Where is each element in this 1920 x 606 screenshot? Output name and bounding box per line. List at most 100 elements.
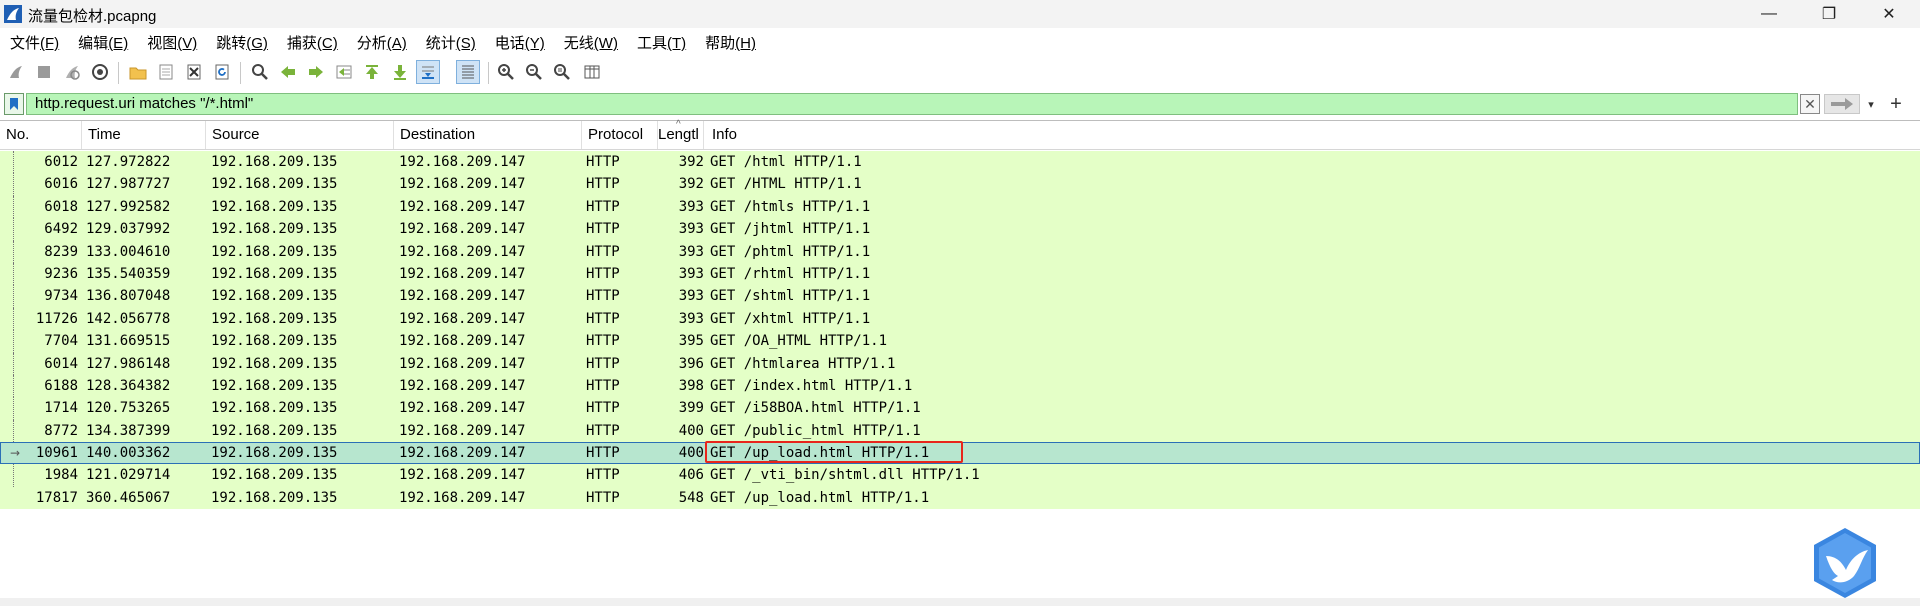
menu-view[interactable]: 视图(V) <box>147 30 197 54</box>
cell-length: 406 <box>678 467 704 484</box>
cell-source: 192.168.209.135 <box>211 400 338 417</box>
stop-capture-icon[interactable] <box>32 60 56 84</box>
cell-destination: 192.168.209.147 <box>399 265 526 282</box>
column-header-destination[interactable]: Destination <box>394 121 582 149</box>
start-capture-icon[interactable] <box>4 60 28 84</box>
go-forward-icon[interactable] <box>304 60 328 84</box>
restart-capture-icon[interactable] <box>60 60 84 84</box>
table-row[interactable]: 11726 142.056778 192.168.209.135 192.168… <box>0 307 1920 331</box>
cell-time: 120.753265 <box>86 400 171 417</box>
cell-no: 1714 <box>44 400 78 417</box>
menu-tools[interactable]: 工具(T) <box>637 30 686 54</box>
cell-no: 8239 <box>44 243 78 260</box>
cell-length: 400 <box>678 445 704 462</box>
cell-length: 393 <box>678 288 704 305</box>
menu-wireless[interactable]: 无线(W) <box>564 30 618 54</box>
save-file-icon[interactable] <box>154 60 178 84</box>
column-header-protocol[interactable]: Protocol <box>582 121 658 149</box>
cell-info: GET /html HTTP/1.1 <box>710 154 862 170</box>
apply-filter-arrow-icon[interactable] <box>1824 94 1860 114</box>
menu-help[interactable]: 帮助(H) <box>705 30 756 54</box>
cell-time: 360.465067 <box>86 489 171 506</box>
cell-info: GET /shtml HTTP/1.1 <box>710 288 871 305</box>
table-row-selected[interactable]: → 10961 140.003362 192.168.209.135 192.1… <box>0 441 1920 465</box>
table-row[interactable]: 6492 129.037992 192.168.209.135 192.168.… <box>0 218 1920 241</box>
reload-icon[interactable] <box>210 60 234 84</box>
cell-time: 131.669515 <box>86 333 171 350</box>
cell-destination: 192.168.209.147 <box>399 243 526 260</box>
autoscroll-icon[interactable] <box>416 60 440 84</box>
column-header-info[interactable]: Info <box>706 121 1920 149</box>
zoom-out-icon[interactable] <box>522 60 546 84</box>
table-row[interactable]: 8239 133.004610 192.168.209.135 192.168.… <box>0 240 1920 263</box>
filter-history-chevron-icon[interactable]: ▾ <box>1862 94 1880 114</box>
cell-destination: 192.168.209.147 <box>399 400 526 417</box>
cell-source: 192.168.209.135 <box>211 445 338 462</box>
table-row[interactable]: 6014 127.986148 192.168.209.135 192.168.… <box>0 352 1920 375</box>
open-file-icon[interactable] <box>126 60 150 84</box>
column-header-no[interactable]: No. <box>0 121 82 149</box>
table-row[interactable]: 6018 127.992582 192.168.209.135 192.168.… <box>0 195 1920 219</box>
cell-source: 192.168.209.135 <box>211 355 338 372</box>
cell-protocol: HTTP <box>586 154 620 170</box>
find-packet-icon[interactable] <box>248 60 272 84</box>
table-row[interactable]: 6188 128.364382 192.168.209.135 192.168.… <box>0 374 1920 398</box>
title-bar: 流量包检材.pcapng — ❐ ✕ <box>0 0 1920 28</box>
table-row[interactable]: 8772 134.387399 192.168.209.135 192.168.… <box>0 419 1920 443</box>
cell-source: 192.168.209.135 <box>211 333 338 350</box>
cell-destination: 192.168.209.147 <box>399 198 526 215</box>
cell-protocol: HTTP <box>586 422 620 439</box>
normal-size-icon[interactable] <box>550 60 574 84</box>
menu-capture[interactable]: 捕获(C) <box>287 30 338 54</box>
colorize-icon[interactable] <box>456 60 480 84</box>
cell-source: 192.168.209.135 <box>211 198 338 215</box>
table-row[interactable]: 6016 127.987727 192.168.209.135 192.168.… <box>0 173 1920 196</box>
close-window-button[interactable]: ✕ <box>1860 0 1918 28</box>
menu-edit[interactable]: 编辑(E) <box>78 30 128 54</box>
go-first-icon[interactable] <box>360 60 384 84</box>
minimize-button[interactable]: — <box>1740 0 1798 28</box>
clear-filter-icon[interactable]: ✕ <box>1800 94 1820 114</box>
capture-options-icon[interactable] <box>88 60 112 84</box>
column-header-time[interactable]: Time <box>82 121 206 149</box>
display-filter-input[interactable]: http.request.uri matches "/*.html" <box>26 93 1798 115</box>
window-title: 流量包检材.pcapng <box>28 8 157 25</box>
go-back-icon[interactable] <box>276 60 300 84</box>
close-file-icon[interactable] <box>182 60 206 84</box>
maximize-button[interactable]: ❐ <box>1800 0 1858 28</box>
cell-time: 135.540359 <box>86 265 171 282</box>
table-row[interactable]: 9734 136.807048 192.168.209.135 192.168.… <box>0 285 1920 308</box>
table-row[interactable]: 6012 127.972822 192.168.209.135 192.168.… <box>0 151 1920 174</box>
cell-info: GET /rhtml HTTP/1.1 <box>710 265 871 282</box>
horizontal-scrollbar[interactable] <box>0 598 1920 606</box>
table-row[interactable]: 1984 121.029714 192.168.209.135 192.168.… <box>0 464 1920 487</box>
menu-telephony[interactable]: 电话(Y) <box>495 30 545 54</box>
menu-file[interactable]: 文件(F) <box>10 30 59 54</box>
cell-source: 192.168.209.135 <box>211 243 338 260</box>
cell-destination: 192.168.209.147 <box>399 154 526 170</box>
resize-columns-icon[interactable] <box>580 60 604 84</box>
cell-source: 192.168.209.135 <box>211 377 338 394</box>
table-row[interactable]: 17817 360.465067 192.168.209.135 192.168… <box>0 486 1920 510</box>
zoom-in-icon[interactable] <box>494 60 518 84</box>
cell-info: GET /public_html HTTP/1.1 <box>710 422 921 439</box>
cell-info: GET /xhtml HTTP/1.1 <box>710 310 871 327</box>
cell-time: 127.987727 <box>86 176 171 193</box>
cell-info: GET /up_load.html HTTP/1.1 <box>710 489 930 506</box>
go-last-icon[interactable] <box>388 60 412 84</box>
cell-destination: 192.168.209.147 <box>399 422 526 439</box>
cell-length: 393 <box>678 310 704 327</box>
add-filter-button-icon[interactable]: + <box>1884 93 1908 115</box>
menu-statistics[interactable]: 统计(S) <box>426 30 476 54</box>
menu-go[interactable]: 跳转(G) <box>216 30 268 54</box>
cell-info: GET /phtml HTTP/1.1 <box>710 243 871 260</box>
cell-no: 17817 <box>35 489 78 506</box>
bookmark-icon[interactable] <box>4 93 24 115</box>
menu-analyze[interactable]: 分析(A) <box>357 30 407 54</box>
go-to-packet-icon[interactable] <box>332 60 356 84</box>
table-row[interactable]: 9236 135.540359 192.168.209.135 192.168.… <box>0 262 1920 286</box>
column-header-source[interactable]: Source <box>206 121 394 149</box>
table-row[interactable]: 7704 131.669515 192.168.209.135 192.168.… <box>0 330 1920 353</box>
cell-source: 192.168.209.135 <box>211 288 338 305</box>
table-row[interactable]: 1714 120.753265 192.168.209.135 192.168.… <box>0 397 1920 420</box>
